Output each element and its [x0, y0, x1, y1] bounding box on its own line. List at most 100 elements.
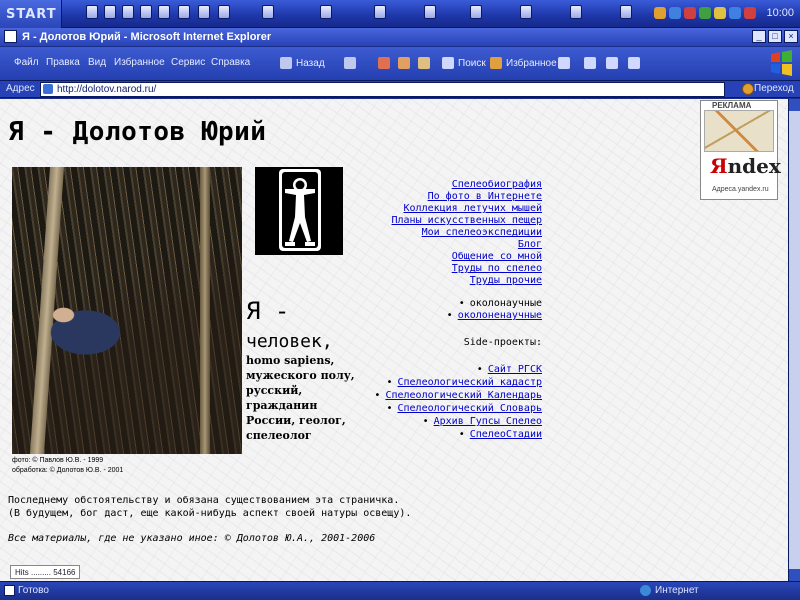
project-link-rgsk[interactable]: Сайт РГСК [477, 364, 542, 375]
menu-view[interactable]: Вид [88, 57, 106, 68]
refresh-button[interactable] [398, 53, 410, 73]
ad-map-image[interactable] [704, 110, 774, 152]
quicklaunch-icon[interactable] [178, 5, 190, 19]
nav-link-caves[interactable]: Планы искусственных пещер [391, 215, 542, 226]
start-button[interactable]: START [0, 0, 62, 28]
taskbar-window-icon[interactable] [620, 5, 632, 19]
copyright: Все материалы, где не указано иное: © До… [8, 533, 376, 544]
tray-icon[interactable] [714, 7, 726, 19]
quicklaunch-icon[interactable] [104, 5, 116, 19]
print-button[interactable] [606, 53, 618, 73]
nav-link-speleobio[interactable]: Спелеобиография [452, 179, 542, 190]
bullet-label: околоненаучные [457, 310, 542, 321]
taskbar-window-icon[interactable] [424, 5, 436, 19]
photo-credit-line: обработка: © Долотов Ю.В. - 2001 [12, 467, 124, 474]
menu-tools[interactable]: Сервис [171, 57, 205, 68]
menu-favorites[interactable]: Избранное [114, 57, 165, 68]
tray-icon[interactable] [729, 7, 741, 19]
project-label: Спелеологический кадастр [397, 377, 543, 388]
tray-icon[interactable] [669, 7, 681, 19]
status-text: Готово [18, 585, 49, 596]
yandex-logo-letter: Я [710, 154, 728, 178]
nav-link-expeditions[interactable]: Мои спелеоэкспедиции [422, 227, 542, 238]
side-subheading: человек, [246, 331, 333, 352]
yandex-logo-rest: ndex [727, 154, 781, 178]
project-link-cadastre[interactable]: Спелеологический кадастр [386, 377, 543, 388]
quicklaunch-icon[interactable] [140, 5, 152, 19]
yandex-logo[interactable]: Яndex [710, 154, 781, 178]
project-link-archive[interactable]: Архив Гупсы Спелео [423, 416, 542, 427]
taskbar-window-icon[interactable] [374, 5, 386, 19]
side-heading: Я - [246, 297, 290, 325]
address-input[interactable]: http://dolotov.narod.ru/ [40, 82, 725, 97]
search-button[interactable]: Поиск [442, 53, 486, 73]
tray-icon[interactable] [744, 7, 756, 19]
vertical-scrollbar[interactable] [788, 99, 800, 581]
nav-link-blog[interactable]: Блог [518, 239, 542, 250]
quicklaunch-icon[interactable] [122, 5, 134, 19]
back-arrow-icon [280, 57, 292, 69]
project-label: Архив Гупсы Спелео [433, 416, 542, 427]
tray-icon[interactable] [654, 7, 666, 19]
back-button[interactable]: Назад [280, 53, 325, 73]
address-label: Адрес [6, 83, 35, 94]
menu-help[interactable]: Справка [211, 57, 250, 68]
taskbar-window-icon[interactable] [470, 5, 482, 19]
project-label: СпелеоСтадии [469, 429, 542, 440]
favorites-button[interactable]: Избранное [490, 53, 557, 73]
favorites-icon [490, 57, 502, 69]
quicklaunch-icon[interactable] [158, 5, 170, 19]
hit-counter[interactable]: Hits ......... 54166 [10, 565, 80, 579]
quicklaunch-icon[interactable] [218, 5, 230, 19]
taskbar-window-icon[interactable] [520, 5, 532, 19]
forward-button[interactable] [344, 53, 356, 73]
page-status-icon [4, 585, 15, 596]
quicklaunch-icon[interactable] [86, 5, 98, 19]
clock: 10:00 [766, 7, 794, 19]
project-link-calendar[interactable]: Спелеологический Календарь [374, 390, 542, 401]
print-icon [606, 57, 618, 69]
close-icon[interactable]: × [784, 30, 798, 43]
side-description: homo sapiens, мужеского полу, русский, г… [246, 354, 355, 442]
zone-text: Интернет [655, 585, 699, 596]
history-button[interactable] [558, 53, 570, 73]
scroll-down-icon[interactable] [789, 569, 800, 581]
search-icon [442, 57, 454, 69]
quicklaunch-icon[interactable] [198, 5, 210, 19]
taskbar-window-icon[interactable] [570, 5, 582, 19]
menu-edit[interactable]: Правка [46, 57, 80, 68]
tray-icon[interactable] [684, 7, 696, 19]
mail-button[interactable] [584, 53, 596, 73]
project-link-dictionary[interactable]: Спелеологический Словарь [386, 403, 543, 414]
page-title: Я - Долотов Юрий [8, 117, 267, 147]
side-projects-label: Side-проекты: [463, 337, 542, 348]
photo-credit: фото: © Павлов Ю.В. - 1999 обработка: © … [12, 456, 123, 476]
bullet-label: околонаучные [469, 298, 542, 309]
minimize-icon[interactable]: _ [752, 30, 766, 43]
nav-link-speleo-works[interactable]: Труды по спелео [452, 263, 542, 274]
stop-button[interactable] [378, 53, 390, 73]
home-button[interactable] [418, 53, 430, 73]
nav-link-contact[interactable]: Общение со мной [452, 251, 542, 262]
taskbar-window-icon[interactable] [320, 5, 332, 19]
menu-file[interactable]: Файл [14, 57, 39, 68]
scroll-up-icon[interactable] [789, 99, 800, 111]
ad-url[interactable]: Адреса.yandex.ru [712, 186, 769, 193]
messenger-button[interactable] [628, 53, 640, 73]
nav-link-photo[interactable]: По фото в Интернете [428, 191, 542, 202]
project-label: Спелеологический Словарь [397, 403, 543, 414]
photo-credit-line: фото: © Павлов Ю.В. - 1999 [12, 457, 104, 464]
go-button[interactable]: Переход [738, 82, 798, 97]
nav-link-bats[interactable]: Коллекция летучих мышей [404, 203, 542, 214]
mail-icon [584, 57, 596, 69]
project-label: Сайт РГСК [487, 364, 542, 375]
tray-icon[interactable] [699, 7, 711, 19]
maximize-icon[interactable]: □ [768, 30, 782, 43]
footer-line: (В будущем, бог даст, еще какой-нибудь а… [8, 508, 412, 519]
bullet-link-non-scientific[interactable]: околоненаучные [447, 310, 542, 321]
nav-link-other-works[interactable]: Труды прочие [470, 275, 542, 286]
ie-icon [4, 30, 17, 43]
page-content: Я - Долотов Юрий фото: © Павлов Ю.В. - 1… [0, 99, 788, 581]
project-link-stages[interactable]: СпелеоСтадии [459, 429, 542, 440]
taskbar-window-icon[interactable] [262, 5, 274, 19]
